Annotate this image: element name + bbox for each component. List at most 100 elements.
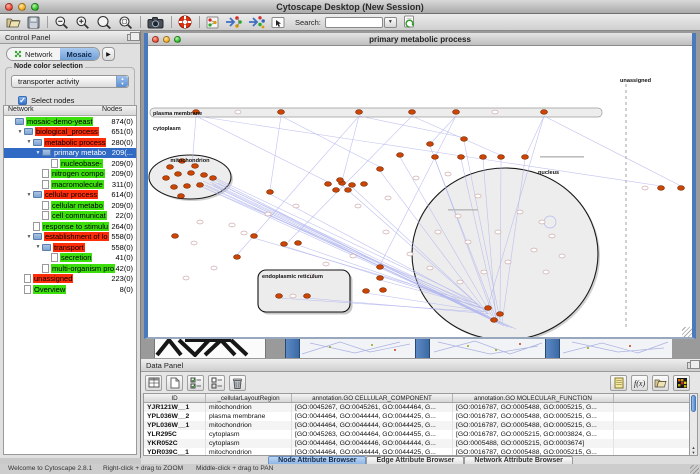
- tree-row[interactable]: ▼biological_process651(0): [4, 127, 136, 138]
- network-node[interactable]: [407, 252, 413, 256]
- network-node-selected-function[interactable]: [345, 188, 352, 193]
- network-node-selected-function[interactable]: [361, 182, 368, 187]
- zoom-selected-region-icon[interactable]: [118, 14, 133, 30]
- window-edge[interactable]: [545, 337, 560, 358]
- background-window-sliver[interactable]: [560, 337, 672, 358]
- zoom-fit-icon[interactable]: [96, 14, 112, 30]
- network-node-selected-function[interactable]: [658, 186, 665, 191]
- expander-icon[interactable]: ▼: [25, 234, 33, 240]
- tree-row[interactable]: unassigned223(0): [4, 274, 136, 285]
- expander-icon[interactable]: ▼: [25, 139, 33, 145]
- create-new-attribute-icon[interactable]: [166, 375, 183, 391]
- network-node[interactable]: [383, 230, 389, 234]
- tree-row[interactable]: ▼metabolic process280(0): [4, 137, 136, 148]
- network-node[interactable]: [559, 254, 565, 258]
- tree-row[interactable]: cell communicat22(0): [4, 211, 136, 222]
- network-node-selected-function[interactable]: [184, 184, 191, 189]
- column-header[interactable]: _cellularLayoutRegion: [206, 394, 292, 402]
- tree-row[interactable]: nitrogen compo209(0): [4, 169, 136, 180]
- network-node-selected-function[interactable]: [497, 312, 504, 317]
- network-node-selected-function[interactable]: [333, 188, 340, 193]
- table-row[interactable]: YDR039C__1mitochondrion[GO:0044464, GO:0…: [144, 448, 697, 456]
- network-node-selected-function[interactable]: [349, 183, 356, 188]
- window-edge[interactable]: [415, 337, 430, 358]
- network-node-selected-function[interactable]: [480, 155, 487, 160]
- edge[interactable]: [288, 116, 412, 242]
- tree-row[interactable]: ▼transport558(0): [4, 242, 136, 253]
- background-window-sliver[interactable]: [154, 337, 266, 358]
- network-node-selected-function[interactable]: [201, 173, 208, 178]
- table-vertical-scrollbar[interactable]: ▲▼: [689, 393, 698, 456]
- expander-icon[interactable]: ▼: [16, 129, 24, 135]
- network-node-selected-function[interactable]: [427, 142, 434, 147]
- network-node[interactable]: [191, 241, 197, 245]
- column-header[interactable]: ID: [144, 394, 206, 402]
- annotation-icon[interactable]: [271, 14, 285, 30]
- tree-row[interactable]: ▼cellular process614(0): [4, 190, 136, 201]
- network-node-selected-function[interactable]: [276, 294, 283, 299]
- network-node-selected-function[interactable]: [377, 265, 384, 270]
- network-node-selected-function[interactable]: [397, 153, 404, 158]
- color-mapper-icon[interactable]: [673, 375, 690, 391]
- network-node[interactable]: [475, 194, 481, 198]
- help-lifering-icon[interactable]: [178, 14, 192, 30]
- tree-row[interactable]: ▼primary metabo209(...: [4, 148, 136, 159]
- network-node[interactable]: [642, 186, 648, 190]
- tree-row[interactable]: multi-organism pro42(0): [4, 263, 136, 274]
- network-node-selected-function[interactable]: [380, 288, 387, 293]
- network-node-selected-function[interactable]: [197, 183, 204, 188]
- tree-row[interactable]: cellular metabo209(0): [4, 200, 136, 211]
- network-node-selected-function[interactable]: [251, 234, 258, 239]
- scrollbar-arrows-icon[interactable]: ▲▼: [690, 445, 697, 455]
- network-node-selected-function[interactable]: [337, 178, 344, 183]
- network-node-selected-function[interactable]: [377, 276, 384, 281]
- tab-scroll-right-icon[interactable]: ▶: [102, 47, 115, 61]
- network-node[interactable]: [435, 230, 441, 234]
- network-node-selected-function[interactable]: [188, 171, 195, 176]
- window-resize-grip[interactable]: [682, 327, 692, 337]
- network-node-selected-function[interactable]: [485, 306, 492, 311]
- attribute-table-header[interactable]: ID_cellularLayoutRegionannotation.GO CEL…: [144, 394, 697, 403]
- network-node-selected-function[interactable]: [178, 194, 185, 199]
- network-node[interactable]: [385, 196, 391, 200]
- network-node-selected-function[interactable]: [267, 190, 274, 195]
- scrollbar-thumb[interactable]: [691, 395, 696, 412]
- table-row[interactable]: YPL036W__1mitochondrion[GO:0044464, GO:0…: [144, 421, 697, 430]
- network-node[interactable]: [495, 230, 501, 234]
- network-canvas[interactable]: plasma membranecytoplasmmitochondrionnuc…: [148, 46, 692, 337]
- snapshot-icon[interactable]: [147, 14, 164, 30]
- search-input[interactable]: [325, 17, 383, 28]
- network-node[interactable]: [323, 262, 329, 266]
- edge[interactable]: [412, 116, 500, 155]
- network-node-selected-function[interactable]: [377, 167, 384, 172]
- select-nodes-checkbox[interactable]: ✓: [18, 96, 27, 105]
- tree-row[interactable]: ▼establishment of lo558(0): [4, 232, 136, 243]
- network-node[interactable]: [465, 240, 471, 244]
- import-network-icon[interactable]: [225, 14, 242, 30]
- zoom-out-icon[interactable]: [54, 14, 69, 30]
- expander-icon[interactable]: ▼: [34, 150, 42, 156]
- edge[interactable]: [526, 116, 544, 155]
- formula-builder-icon[interactable]: f(x): [631, 375, 648, 391]
- network-node[interactable]: [241, 231, 247, 235]
- network-node[interactable]: [229, 223, 235, 227]
- table-row[interactable]: YLR295Ccytoplasm[GO:0045263, GO:0044464,…: [144, 430, 697, 439]
- region-plasma-membrane[interactable]: [150, 108, 602, 117]
- network-node[interactable]: [505, 260, 511, 264]
- table-row[interactable]: YPL036W__2plasma membrane[GO:0044464, GO…: [144, 412, 697, 421]
- annotation-notepad-icon[interactable]: [610, 375, 627, 391]
- save-session-icon[interactable]: [27, 14, 40, 30]
- window-edge[interactable]: [285, 337, 300, 358]
- network-node[interactable]: [543, 270, 549, 274]
- network-node[interactable]: [413, 176, 419, 180]
- edge[interactable]: [359, 116, 461, 137]
- search-options-dropdown[interactable]: ▼: [384, 17, 397, 28]
- network-node-selected-function[interactable]: [163, 176, 170, 181]
- table-row[interactable]: YJR121W__1mitochondrion[GO:0045267, GO:0…: [144, 403, 697, 412]
- network-node-selected-function[interactable]: [172, 234, 179, 239]
- tab-network[interactable]: Network: [7, 48, 60, 60]
- network-node-selected-function[interactable]: [491, 318, 498, 323]
- window-resize-grip[interactable]: [690, 465, 699, 474]
- network-node[interactable]: [355, 204, 361, 208]
- network-node-selected-function[interactable]: [409, 110, 416, 115]
